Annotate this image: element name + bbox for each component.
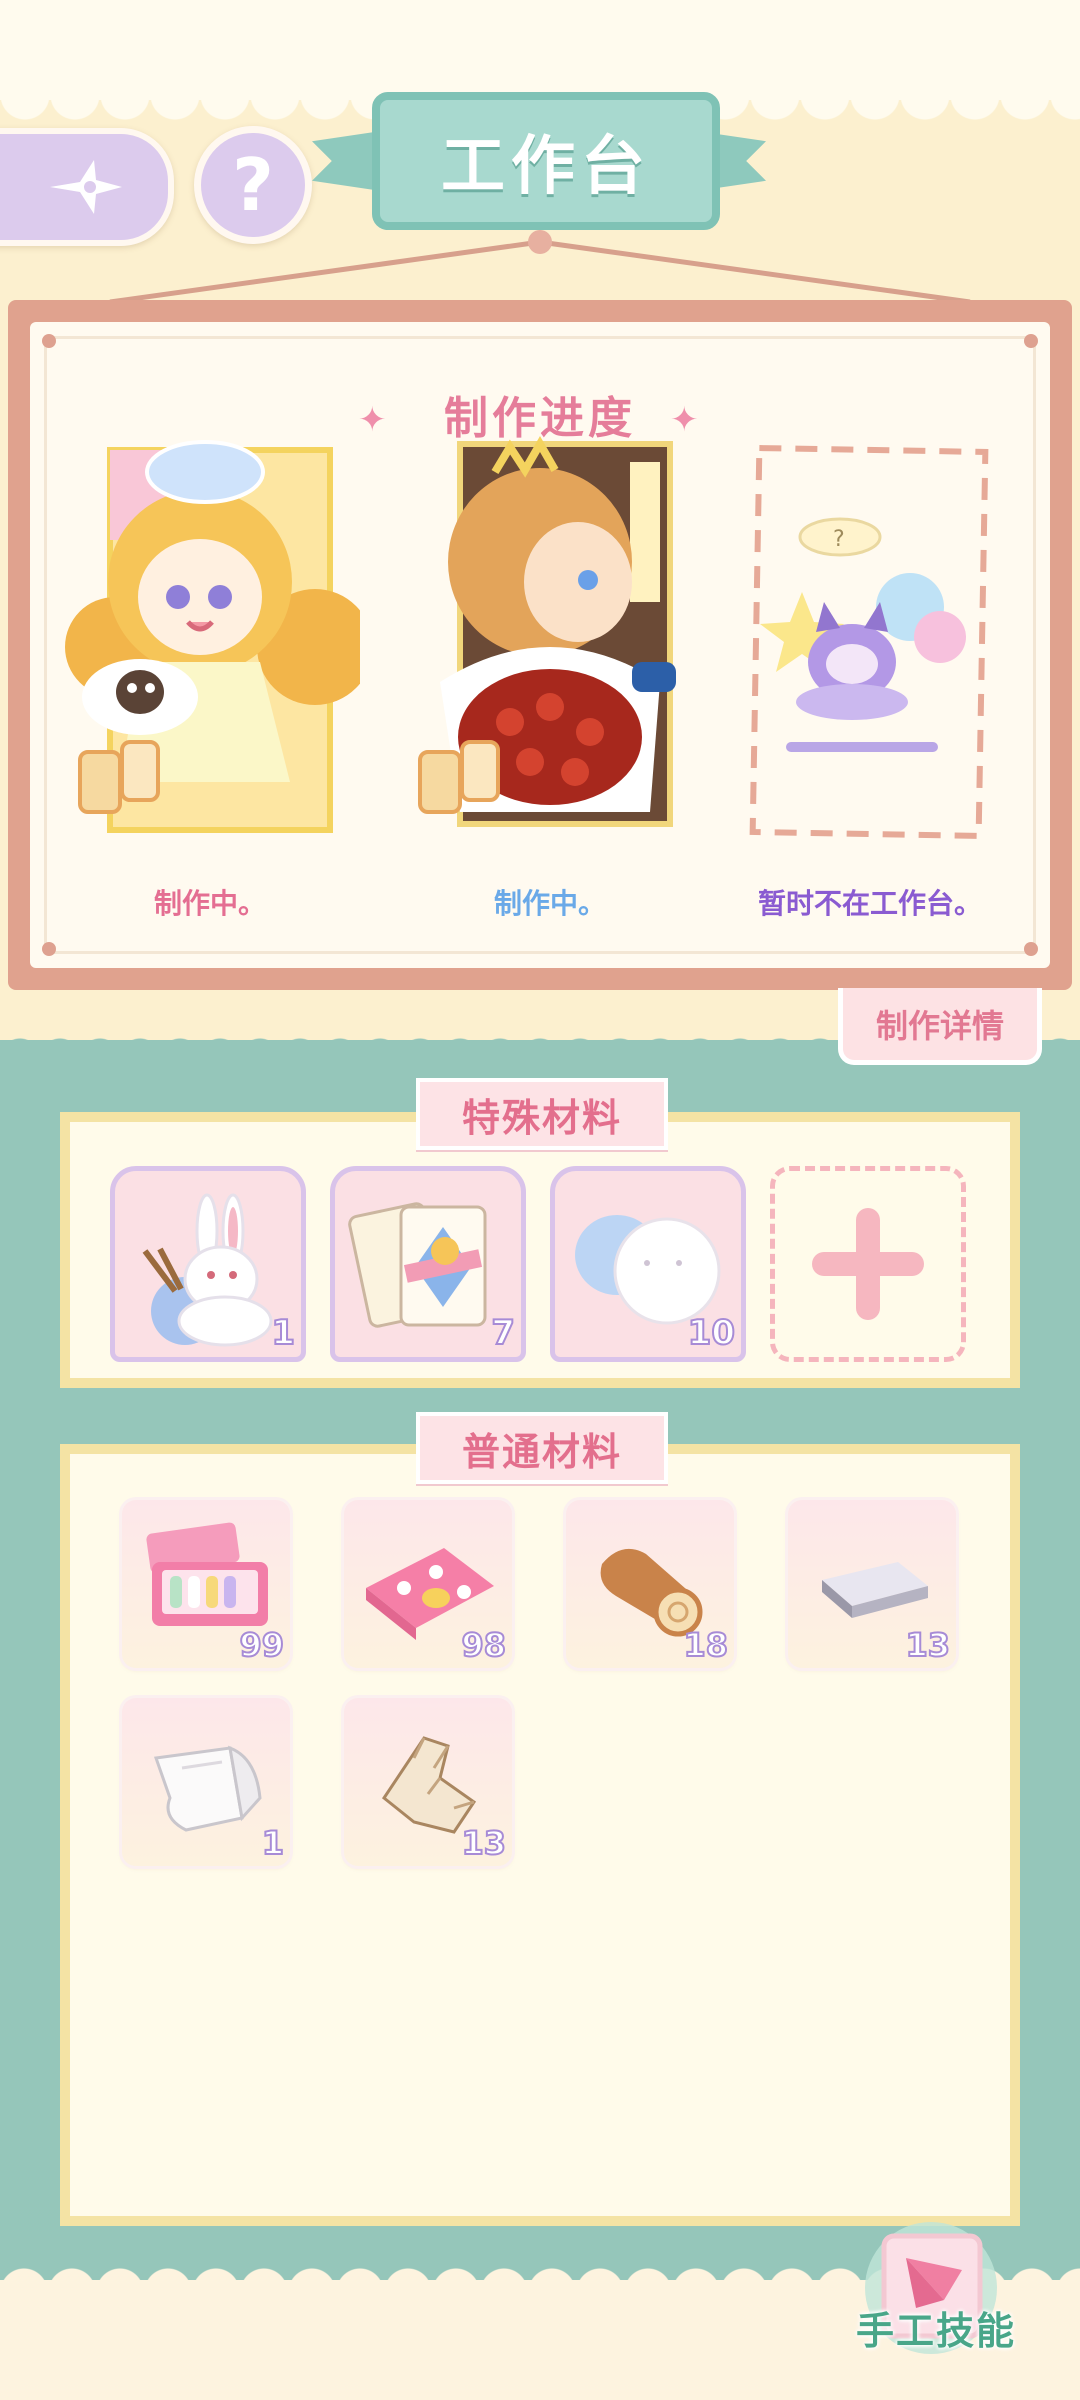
character-portrait-away: ?	[749, 444, 989, 839]
item-count: 18	[682, 1625, 729, 1665]
special-material-slot[interactable]: 7	[330, 1166, 526, 1362]
special-materials-title: 特殊材料	[416, 1078, 668, 1150]
normal-material-slot[interactable]: 13	[344, 1698, 512, 1866]
item-count: 7	[490, 1312, 516, 1354]
item-count: 13	[904, 1625, 951, 1665]
top-strip	[0, 0, 1080, 100]
plus-icon	[812, 1208, 924, 1320]
craft-slot-1[interactable]	[60, 432, 373, 842]
compass-star-icon	[50, 160, 122, 214]
craft-slot-2[interactable]	[400, 432, 700, 842]
special-material-slot[interactable]: 10	[550, 1166, 746, 1362]
character-portrait-boy	[418, 435, 676, 827]
item-count: 99	[238, 1625, 285, 1665]
normal-materials-title: 普通材料	[416, 1412, 668, 1484]
craft-details-button[interactable]: 制作详情	[838, 988, 1042, 1065]
character-portrait-girl	[65, 440, 373, 833]
normal-material-slot[interactable]: 99	[122, 1500, 290, 1668]
craft-status-1: 制作中。	[153, 887, 266, 920]
svg-text:?: ?	[833, 527, 845, 552]
normal-material-slot[interactable]: 98	[344, 1500, 512, 1668]
craft-status-2: 制作中。	[493, 887, 606, 920]
page-title: 工作台	[372, 92, 720, 230]
craft-slot-3[interactable]: ?	[740, 442, 1000, 842]
board-hanging-string	[109, 230, 971, 305]
add-special-material-button[interactable]	[770, 1166, 966, 1362]
special-material-slot[interactable]: 1	[110, 1166, 306, 1362]
normal-material-slot[interactable]: 18	[566, 1500, 734, 1668]
normal-material-slot[interactable]: 13	[788, 1500, 956, 1668]
handcraft-skill-label: 手工技能	[855, 2309, 1016, 2353]
normal-material-slot[interactable]: 1	[122, 1698, 290, 1866]
item-count: 1	[261, 1823, 285, 1863]
craft-status-3: 暂时不在工作台。	[757, 887, 982, 920]
item-count: 10	[687, 1312, 736, 1354]
item-count: 13	[460, 1823, 507, 1863]
item-count: 98	[460, 1625, 507, 1665]
item-count: 1	[270, 1312, 296, 1354]
crafting-progress-board: ✦ 制作进度 ✦ 制作中。 制作中。 ? 暂时不在工作台。	[8, 300, 1072, 990]
